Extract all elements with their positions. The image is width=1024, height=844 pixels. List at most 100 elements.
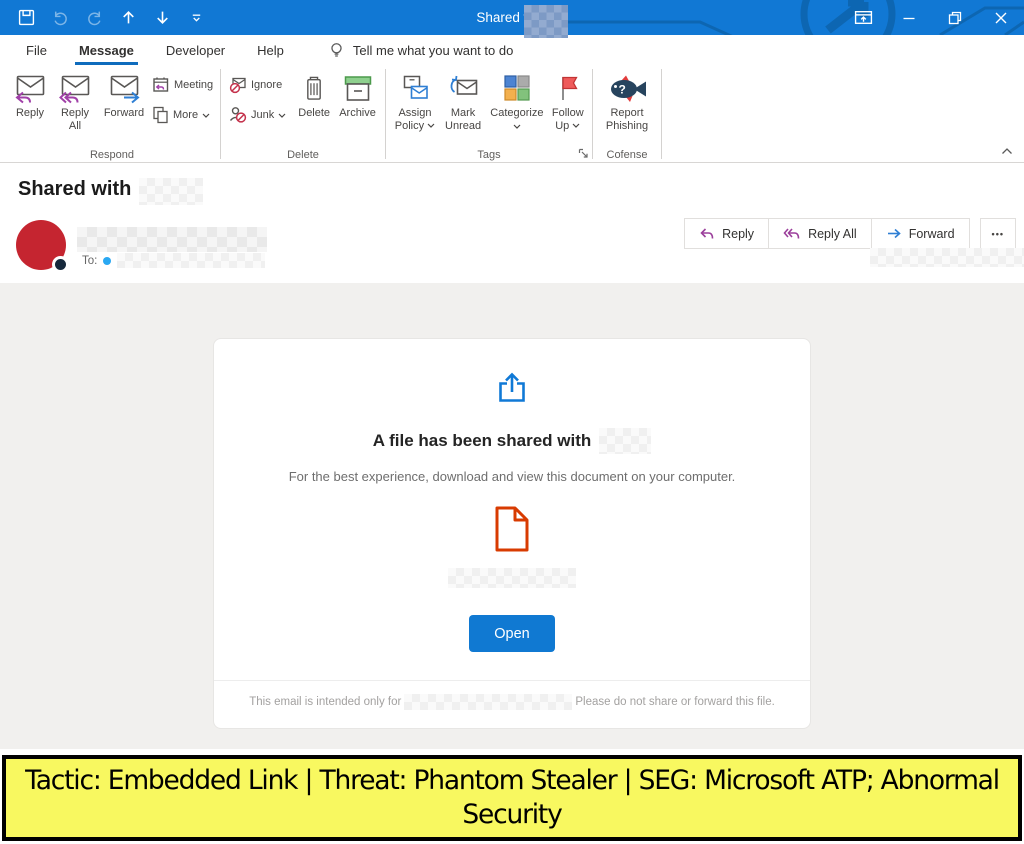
ignore-icon [229, 76, 247, 94]
move-down-icon[interactable] [150, 6, 174, 30]
forward-button[interactable]: Forward [98, 67, 150, 120]
reply-all-arrow-icon [783, 227, 801, 241]
recipient-row: To: [82, 253, 265, 268]
card-footer: This email is intended only forPlease do… [214, 680, 810, 728]
title-bar: Shared with [0, 0, 1024, 35]
reply-button[interactable]: Reply [8, 67, 52, 120]
more-actions-button[interactable]: ••• [980, 218, 1016, 249]
group-label-delete: Delete [221, 149, 385, 161]
card-heading: A file has been shared with [373, 428, 652, 454]
ribbon-display-options-icon[interactable] [840, 0, 886, 35]
header-reply-all-button[interactable]: Reply All [768, 218, 872, 249]
to-label: To: [82, 255, 97, 267]
sender-avatar[interactable] [16, 220, 66, 270]
tab-help[interactable]: Help [241, 35, 300, 65]
collapse-ribbon-icon[interactable] [998, 144, 1016, 158]
lightbulb-icon [328, 41, 345, 59]
document-icon [493, 505, 531, 553]
group-label-tags: Tags [386, 149, 592, 161]
minimize-icon[interactable] [886, 0, 932, 35]
move-up-icon[interactable] [116, 6, 140, 30]
header-forward-button[interactable]: Forward [871, 218, 970, 249]
follow-up-button[interactable]: Follow Up [548, 67, 588, 132]
reply-arrow-icon [699, 227, 715, 241]
fish-icon: ? [607, 71, 647, 105]
redacted-title-text [524, 5, 568, 38]
reply-icon [13, 71, 47, 105]
tell-me-label: Tell me what you want to do [353, 43, 513, 58]
group-label-respond: Respond [4, 149, 220, 161]
tab-file[interactable]: File [10, 35, 63, 65]
tell-me-box[interactable]: Tell me what you want to do [328, 35, 513, 65]
archive-button[interactable]: Archive [334, 67, 381, 120]
redacted-recipient-name [599, 428, 651, 454]
more-respond-button[interactable]: More [150, 105, 215, 125]
undo-icon[interactable] [48, 6, 72, 30]
meeting-icon [152, 76, 170, 94]
ignore-button[interactable]: Ignore [227, 75, 288, 95]
reply-all-icon [58, 71, 92, 105]
dialog-launcher-icon[interactable] [576, 146, 590, 160]
threat-annotation-banner: Tactic: Embedded Link | Threat: Phantom … [2, 755, 1022, 841]
mark-unread-button[interactable]: Mark Unread [440, 67, 486, 132]
share-icon [494, 370, 530, 406]
outlook-message-window: Shared with File Message Developer Help [0, 0, 1024, 844]
open-button[interactable]: Open [469, 615, 555, 652]
presence-indicator [52, 256, 69, 273]
card-subtitle: For the best experience, download and vi… [289, 469, 736, 484]
close-icon[interactable] [978, 0, 1024, 35]
redacted-recipient [117, 253, 265, 268]
save-icon[interactable] [14, 6, 38, 30]
group-tags: Assign Policy Mark Unread Categorize [386, 65, 592, 162]
junk-button[interactable]: Junk [227, 105, 288, 125]
follow-up-flag-icon [553, 71, 583, 105]
message-subject: Shared with [18, 176, 203, 203]
message-body: A file has been shared with For the best… [0, 283, 1024, 749]
mark-unread-icon [447, 71, 479, 105]
recipient-presence-dot [103, 257, 111, 265]
forward-icon [107, 71, 141, 105]
forward-arrow-icon [886, 227, 902, 241]
archive-icon [341, 71, 375, 105]
window-controls [840, 0, 1024, 35]
header-reply-button[interactable]: Reply [684, 218, 769, 249]
group-divider [661, 69, 662, 159]
ribbon-tabs: File Message Developer Help Tell me what… [0, 35, 1024, 65]
chevron-down-icon [572, 123, 580, 128]
delete-small-buttons: Ignore Junk [225, 67, 288, 125]
ribbon: Reply Reply All Forward Meetin [0, 65, 1024, 163]
restore-icon[interactable] [932, 0, 978, 35]
group-cofense: ? Report Phishing Cofense [593, 65, 661, 162]
customize-qat-icon[interactable] [184, 6, 208, 30]
quick-access-toolbar [0, 6, 208, 30]
redo-icon[interactable] [82, 6, 106, 30]
redacted-sender-name [77, 227, 267, 252]
redacted-subject-text [139, 178, 203, 205]
chevron-down-icon [427, 123, 435, 128]
chevron-down-icon [278, 113, 286, 118]
assign-policy-button[interactable]: Assign Policy [390, 67, 440, 132]
respond-small-buttons: Meeting More [150, 67, 215, 125]
assign-policy-icon [399, 71, 431, 105]
redacted-timestamp [870, 248, 1024, 267]
reply-all-button[interactable]: Reply All [52, 67, 98, 132]
trash-icon [299, 71, 329, 105]
group-label-cofense: Cofense [593, 149, 661, 161]
tab-message[interactable]: Message [63, 35, 150, 65]
message-header: Shared with To: Reply Reply All [0, 163, 1024, 283]
header-actions: Reply Reply All Forward ••• [685, 218, 1016, 249]
categorize-icon [502, 71, 532, 105]
categorize-button[interactable]: Categorize [486, 67, 547, 132]
group-delete: Ignore Junk Delete [221, 65, 385, 162]
junk-icon [229, 106, 247, 124]
group-respond: Reply Reply All Forward Meetin [4, 65, 220, 162]
chevron-down-icon [513, 120, 521, 133]
more-actions-icon [152, 106, 169, 124]
report-phishing-button[interactable]: ? Report Phishing [597, 67, 657, 132]
svg-text:?: ? [619, 83, 626, 97]
meeting-button[interactable]: Meeting [150, 75, 215, 95]
chevron-down-icon [202, 113, 210, 118]
redacted-footer-email [404, 694, 572, 710]
tab-developer[interactable]: Developer [150, 35, 241, 65]
delete-button[interactable]: Delete [294, 67, 334, 120]
